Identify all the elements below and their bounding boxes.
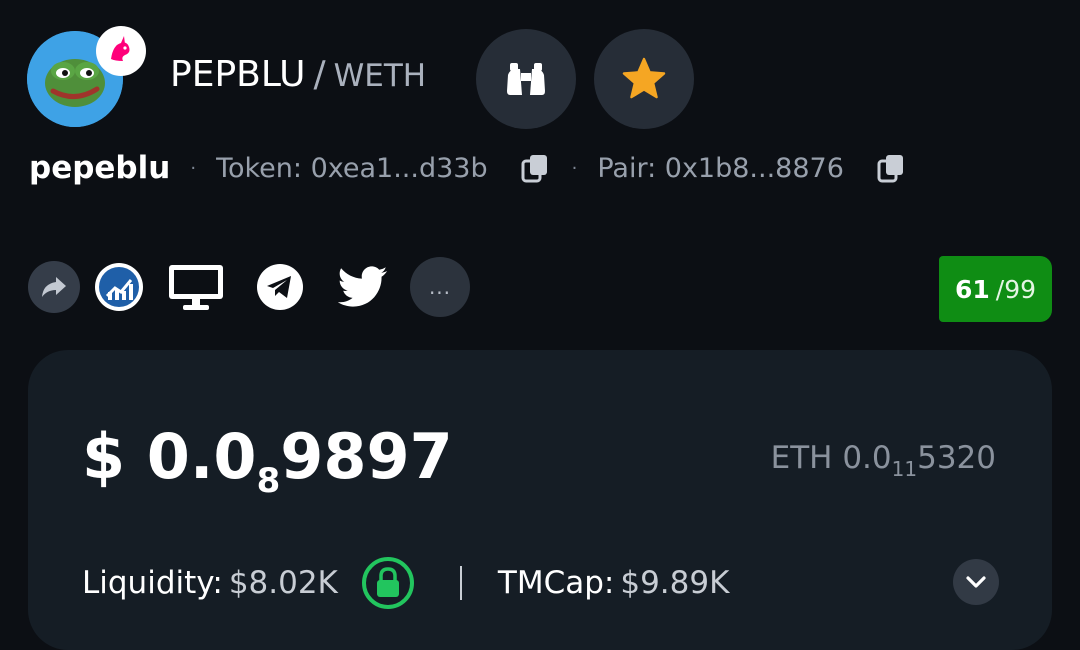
more-links-button[interactable]: ... (410, 257, 470, 317)
copy-token-button[interactable] (518, 151, 552, 185)
search-button[interactable] (476, 29, 576, 129)
telegram-link[interactable] (256, 263, 304, 311)
website-icon (169, 265, 223, 310)
price-usd: $ 0.089897 (82, 420, 453, 501)
token-address: Token: 0xea1...d33b (216, 152, 488, 184)
twitter-icon (338, 266, 388, 307)
score-value: 61 (954, 274, 990, 304)
pair-address: Pair: 0x1b8...8876 (597, 152, 844, 184)
copy-pair-button[interactable] (874, 151, 908, 185)
star-icon (622, 57, 666, 99)
lock-icon (361, 557, 414, 609)
pair-title: PEPBLU / WETH (170, 54, 426, 95)
stats-divider (459, 566, 462, 600)
price-usd-prefix: $ 0.0 (82, 420, 257, 493)
separator-dot: · (571, 157, 578, 179)
price-eth-digits: 5320 (917, 440, 996, 476)
share-button[interactable] (28, 261, 80, 313)
copy-icon (877, 155, 903, 183)
price-eth-zeros: 11 (891, 457, 918, 481)
chart-icon (95, 263, 143, 311)
quote-symbol: WETH (333, 58, 427, 94)
uniswap-icon (102, 32, 140, 70)
tmcap-label: TMCap: (497, 565, 615, 601)
price-usd-digits: 9897 (280, 420, 453, 493)
twitter-link[interactable] (338, 265, 388, 309)
website-link[interactable] (166, 262, 226, 312)
tmcap-value: $9.89K (620, 565, 730, 601)
telegram-icon (257, 264, 303, 310)
share-icon (42, 277, 66, 297)
token-name: pepeblu (29, 150, 171, 186)
liquidity-label: Liquidity: (82, 565, 223, 601)
base-symbol: PEPBLU (170, 54, 306, 95)
social-links: ... (28, 257, 470, 317)
score-total: /99 (995, 274, 1037, 304)
liquidity-lock-indicator[interactable] (360, 555, 416, 611)
token-meta: pepeblu · Token: 0xea1...d33b · Pair: 0x… (29, 148, 908, 188)
binoculars-icon (507, 63, 545, 95)
pair-separator: / (313, 54, 326, 95)
price-eth: ETH 0.0115320 (771, 440, 996, 481)
separator-dot: · (190, 157, 197, 179)
audit-score-badge[interactable]: 61/99 (939, 256, 1052, 322)
price-usd-zeros: 8 (256, 461, 281, 501)
chart-link[interactable] (94, 262, 144, 312)
stats-row: Liquidity: $8.02K TMCap: $9.89K (82, 555, 730, 611)
expand-stats-button[interactable] (953, 559, 999, 605)
dex-badge (96, 26, 146, 76)
copy-icon (521, 155, 547, 183)
price-eth-prefix: ETH 0.0 (770, 440, 892, 476)
favorite-button[interactable] (594, 29, 694, 129)
liquidity-value: $8.02K (228, 565, 338, 601)
chevron-down-icon (966, 576, 986, 588)
